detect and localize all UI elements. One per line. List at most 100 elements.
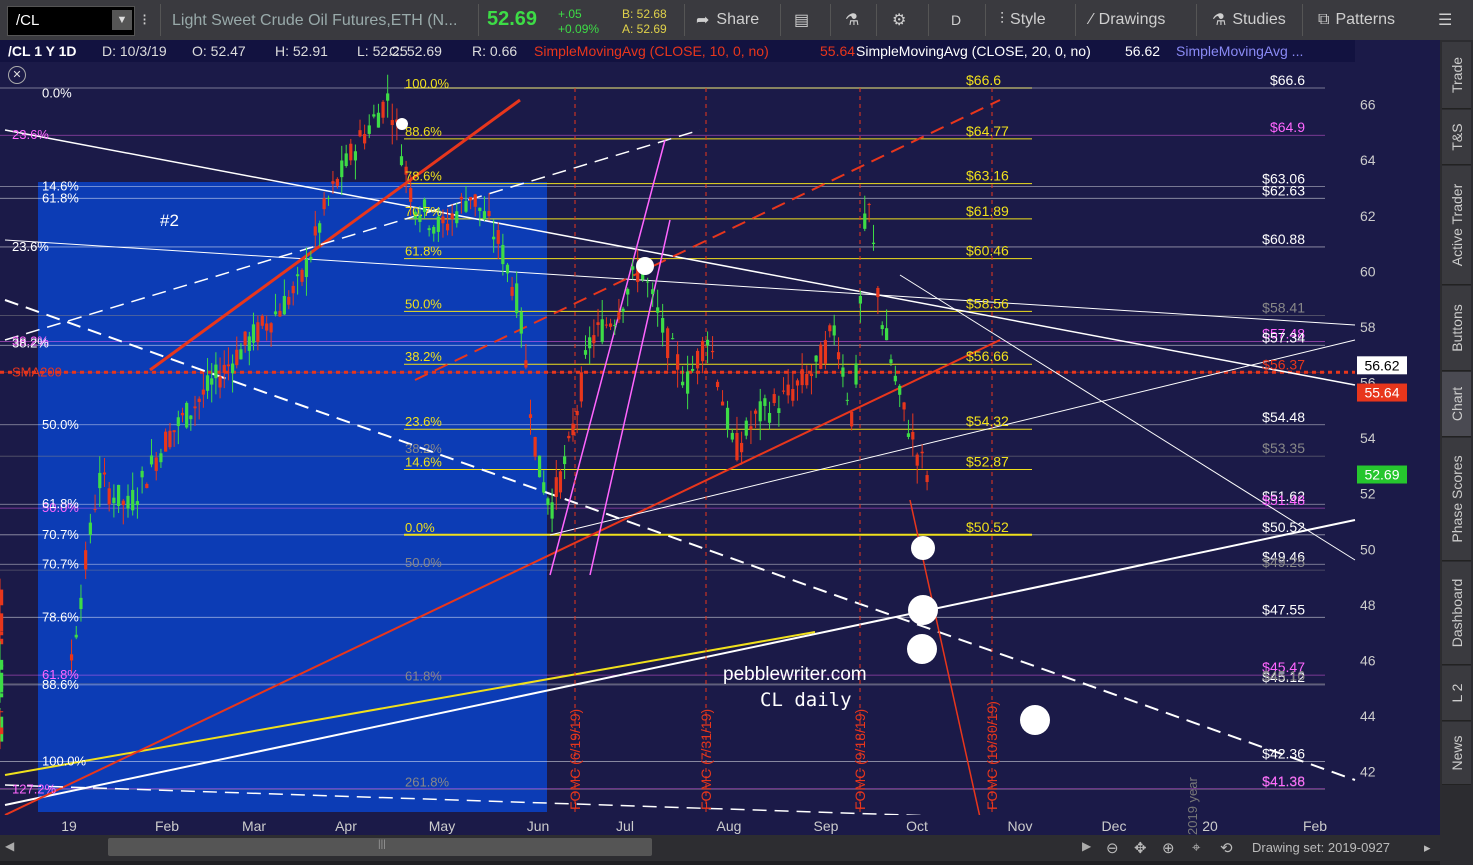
drawings-button[interactable]: ∕ Drawings [1090, 6, 1165, 34]
tab-active-trader[interactable]: Active Trader [1442, 166, 1471, 285]
candle-body [487, 211, 491, 217]
scroll-right-icon[interactable]: ▶ [1082, 839, 1091, 853]
tab-news[interactable]: News [1442, 722, 1471, 785]
share-button[interactable]: ➦ Share [696, 6, 759, 34]
patterns-button[interactable]: ⧉ Patterns [1318, 6, 1395, 34]
candle-body [753, 410, 758, 414]
candle-body [135, 501, 140, 506]
tab-chart[interactable]: Chart [1442, 372, 1471, 437]
candle-body [691, 368, 695, 371]
candle-body [450, 213, 454, 220]
flask-icon[interactable]: ⚗ [845, 6, 859, 34]
x-tick-label: Aug [717, 818, 742, 834]
gear-icon[interactable]: ⚙ [892, 6, 906, 34]
candle-body [537, 455, 542, 478]
close-icon[interactable]: ✕ [8, 66, 26, 84]
target-dot [911, 536, 935, 560]
candle-body [686, 371, 690, 394]
x-tick-label: Dec [1102, 818, 1127, 834]
candle-body [296, 274, 300, 277]
candle-body [758, 401, 762, 422]
candle-body [871, 242, 876, 245]
period-button[interactable]: D [951, 6, 961, 34]
studies-button[interactable]: ⚗ Studies [1212, 6, 1286, 34]
link-icon[interactable]: ⁝ [142, 6, 147, 34]
fib-label-mid: 70.7% [405, 204, 442, 219]
chart-area[interactable]: FOMC (6/19/19) FOMC (7/31/19) FOMC (9/18/1… [0, 40, 1473, 865]
settings-icon[interactable]: ▸ [1424, 840, 1431, 856]
candle-body [563, 456, 567, 465]
zoom-in-icon[interactable]: ⊕ [1162, 839, 1175, 857]
y-tick-label: 44 [1360, 708, 1376, 724]
fib-label-mid: 50.0% [405, 555, 442, 570]
candle-body [631, 266, 635, 270]
scroll-left-icon[interactable]: ◀ [5, 839, 14, 853]
chevron-down-icon[interactable]: ▼ [112, 10, 132, 30]
candle-body [700, 340, 705, 362]
fib-label-mid: 14.6% [405, 455, 442, 470]
candle-body [626, 288, 630, 295]
candle-body [575, 410, 579, 416]
tab-dashboard[interactable]: Dashboard [1442, 562, 1471, 665]
candle-body [432, 226, 436, 234]
x-tick-label: Nov [1008, 818, 1033, 834]
style-button[interactable]: ⫶ Style [1000, 6, 1046, 34]
candle-body [309, 256, 313, 260]
candle-body [915, 454, 919, 466]
price-chart[interactable]: FOMC (6/19/19) FOMC (7/31/19) FOMC (9/18/1… [0, 40, 1440, 835]
top-toolbar: /CL ▼ ⁝ Light Sweet Crude Oil Futures,ET… [0, 0, 1473, 41]
candle-body [795, 380, 800, 386]
candle-body [791, 389, 795, 401]
symbol-input[interactable]: /CL ▼ [7, 6, 135, 36]
candle-body [226, 364, 231, 367]
candle-body [867, 203, 871, 206]
right-level-label: $62.63 [1262, 182, 1305, 198]
scrollbar-thumb[interactable]: ||| [108, 838, 652, 856]
header-open: O: 52.47 [192, 43, 246, 59]
tab-trade[interactable]: Trade [1442, 42, 1471, 109]
zoom-out-icon[interactable]: ⊖ [1106, 839, 1119, 857]
chart-header: /CL 1 Y 1D D: 10/3/19 O: 52.47 H: 52.91 … [0, 40, 1355, 62]
tab-ts[interactable]: T&S [1442, 110, 1471, 165]
pan-icon[interactable]: ✥ [1134, 839, 1147, 857]
x-tick-label: Jun [527, 818, 550, 834]
candle-body [720, 401, 725, 406]
candle-body [159, 453, 163, 463]
candle-body [819, 344, 823, 369]
candle-body [69, 654, 74, 661]
candle-body [710, 350, 715, 353]
price-badge-label: 55.64 [1364, 385, 1399, 401]
tab-l2[interactable]: L 2 [1442, 666, 1471, 721]
candle-body [749, 426, 753, 430]
candle-body [239, 349, 243, 360]
reset-icon[interactable]: ⟲ [1220, 839, 1233, 857]
candle-body [473, 194, 477, 207]
grid-icon[interactable]: ▤ [794, 6, 809, 34]
candle-body [84, 550, 88, 570]
right-level-label: $49.25 [1262, 554, 1305, 570]
candle-body [546, 498, 550, 506]
candle-body [571, 423, 575, 436]
bid-price: B: 52.68 [622, 7, 667, 21]
price-level-label: $60.46 [966, 243, 1009, 259]
tab-label: Dashboard [1448, 578, 1465, 648]
right-level-label: $60.88 [1262, 231, 1305, 247]
candle-body [533, 437, 537, 457]
horizontal-scrollbar[interactable]: ||| ◀ ▶ [0, 835, 1098, 861]
fib-label-mid: 78.6% [405, 169, 442, 184]
fib-label-mid: 88.6% [405, 124, 442, 139]
candle-body [730, 432, 734, 440]
tab-buttons[interactable]: Buttons [1442, 286, 1471, 371]
candle-body [725, 407, 730, 430]
candle-body [681, 381, 685, 386]
crosshair-icon[interactable]: ⌖ [1192, 839, 1200, 856]
candle-body [353, 151, 358, 161]
candle-body [251, 324, 256, 343]
candle-body [735, 432, 739, 461]
candle-body [247, 336, 251, 351]
tab-phase-scores[interactable]: Phase Scores [1442, 438, 1471, 561]
candle-body [666, 328, 670, 359]
target-dot [907, 634, 937, 664]
menu-icon[interactable]: ☰ [1438, 6, 1452, 34]
candle-body [344, 153, 348, 167]
